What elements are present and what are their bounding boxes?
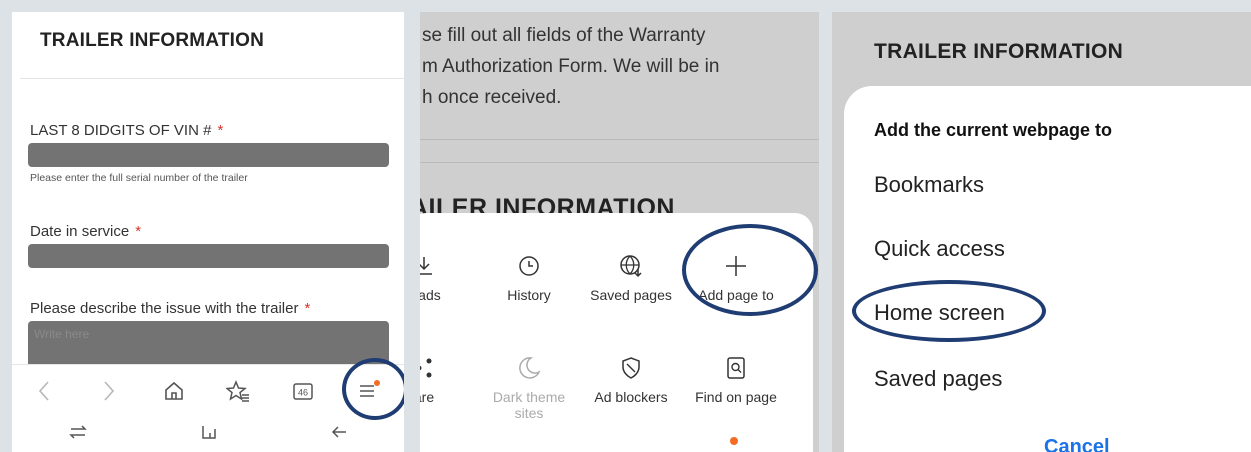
menu-item-dark-theme-sites[interactable]: Dark theme sites	[479, 355, 579, 421]
issue-label: Please describe the issue with the trail…	[30, 300, 311, 317]
tabs-icon[interactable]: 46	[283, 371, 323, 411]
option-bookmarks[interactable]: Bookmarks	[874, 172, 984, 198]
highlight-circle-add-page-to	[682, 224, 818, 316]
recent-apps-icon[interactable]	[68, 423, 88, 446]
forward-icon[interactable]	[89, 371, 129, 411]
find-icon	[727, 357, 745, 379]
menu-item-history[interactable]: History	[479, 253, 579, 303]
menu-item-downloads[interactable]: loads	[420, 253, 474, 303]
home-button-icon[interactable]	[201, 423, 217, 446]
highlight-circle-menu	[342, 358, 404, 420]
moon-icon	[519, 357, 541, 379]
section-title: TRAILER INFORMATION	[874, 40, 1124, 63]
vin-input[interactable]	[28, 143, 389, 167]
download-icon	[420, 257, 432, 275]
vin-label: LAST 8 DIDGITS OF VIN # *	[30, 122, 224, 139]
bookmarks-icon[interactable]	[218, 371, 258, 411]
date-in-service-input[interactable]	[28, 244, 389, 268]
instruction-paragraph: se fill out all fields of the Warranty m…	[422, 25, 720, 108]
cancel-button[interactable]: Cancel	[1044, 436, 1110, 452]
back-icon[interactable]	[24, 371, 64, 411]
form-panel: TRAILER INFORMATION LAST 8 DIDGITS OF VI…	[12, 12, 404, 452]
divider	[420, 162, 819, 163]
sheet-heading: Add the current webpage to	[874, 120, 1113, 140]
highlight-circle-home-screen	[852, 280, 1046, 342]
notification-dot	[730, 437, 738, 445]
menu-item-ad-blockers[interactable]: Ad blockers	[581, 355, 681, 405]
vin-help-text: Please enter the full serial number of t…	[30, 172, 248, 184]
option-quick-access[interactable]: Quick access	[874, 236, 1005, 262]
back-button-icon[interactable]	[330, 423, 348, 446]
date-in-service-label: Date in service *	[30, 223, 142, 240]
menu-item-find-on-page[interactable]: Find on page	[686, 355, 786, 405]
home-icon[interactable]	[154, 371, 194, 411]
history-icon	[519, 256, 539, 276]
menu-item-share[interactable]: are	[420, 355, 474, 405]
system-navigation-bar	[12, 416, 404, 452]
add-page-to-panel: TRAILER INFORMATION Add the current webp…	[832, 12, 1251, 452]
saved-pages-icon	[620, 255, 642, 278]
share-icon	[420, 358, 432, 378]
add-page-to-sheet: Add the current webpage to Bookmarks Qui…	[844, 86, 1251, 452]
section-title: TRAILER INFORMATION	[40, 30, 265, 51]
browser-menu-panel: se fill out all fields of the Warranty m…	[420, 12, 819, 452]
option-saved-pages[interactable]: Saved pages	[874, 366, 1002, 392]
svg-text:46: 46	[298, 387, 308, 397]
divider	[20, 78, 404, 79]
shield-icon	[622, 357, 640, 379]
menu-item-saved-pages[interactable]: Saved pages	[581, 253, 681, 303]
divider	[420, 139, 819, 140]
